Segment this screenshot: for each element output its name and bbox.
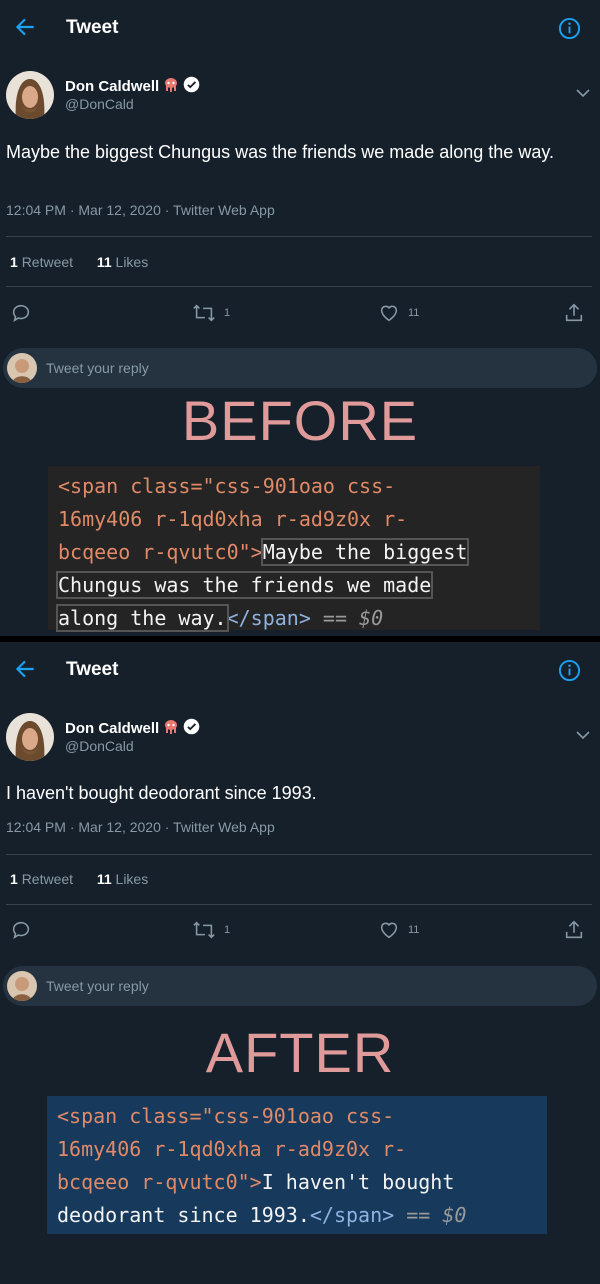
tweet-header: Tweet xyxy=(0,642,600,698)
code-line-4[interactable]: Chungus was the friends we made xyxy=(55,571,434,599)
reply-box[interactable]: Tweet your reply xyxy=(3,348,597,388)
info-icon[interactable] xyxy=(558,17,581,40)
divider xyxy=(6,236,592,237)
comment-icon xyxy=(12,304,30,323)
code-line-3-tag: bcqeeo r-qvutc0"> xyxy=(57,1170,262,1194)
code-line-2: 16my406 r-1qd0xha r-ad9z0x r- xyxy=(57,1137,407,1161)
comment-icon xyxy=(12,921,30,940)
chevron-down-icon[interactable] xyxy=(576,730,590,740)
retweet-count[interactable]: 1 xyxy=(10,254,18,270)
code-line-5-text[interactable]: along the way. xyxy=(56,604,229,632)
verified-badge-icon xyxy=(183,76,200,97)
like-icon xyxy=(380,922,398,939)
likes-count[interactable]: 11 xyxy=(97,871,112,887)
like-button[interactable]: 11 xyxy=(378,302,419,324)
code-line-3-text[interactable]: Maybe the biggest xyxy=(260,538,470,566)
tweet-actions: 1 11 xyxy=(0,919,600,943)
verified-badge-icon xyxy=(183,718,200,739)
code-line-1: <span class="css-901oao css- xyxy=(57,1104,395,1128)
code-line-4-close: </span> xyxy=(309,1203,395,1227)
code-line-1: <span class="css-901oao css- xyxy=(58,474,396,498)
user-name[interactable]: Don Caldwell xyxy=(65,718,200,739)
comment-button[interactable] xyxy=(10,302,32,324)
reply-placeholder: Tweet your reply xyxy=(46,978,149,994)
devtools-code-before: <span class="css-901oao css- 16my406 r-1… xyxy=(48,466,540,632)
tweet-stats: 1 Retweet 11 Likes xyxy=(10,254,148,270)
before-panel: Tweet Don Caldwell @DonCald Maybe the bi… xyxy=(0,0,600,636)
code-suffix: == $0 xyxy=(310,606,384,630)
back-arrow-icon[interactable] xyxy=(12,14,38,40)
likes-label[interactable]: Likes xyxy=(116,871,149,887)
alien-emoji-icon xyxy=(163,77,179,97)
user-handle[interactable]: @DonCald xyxy=(65,738,134,754)
like-button[interactable]: 11 xyxy=(378,919,419,941)
share-button[interactable] xyxy=(563,302,585,324)
divider xyxy=(6,854,592,855)
tweet-meta[interactable]: 12:04 PM · Mar 12, 2020 · Twitter Web Ap… xyxy=(6,819,275,835)
code-line-2: 16my406 r-1qd0xha r-ad9z0x r- xyxy=(58,507,408,531)
caption-before: BEFORE xyxy=(181,389,419,452)
reply-box[interactable]: Tweet your reply xyxy=(3,966,597,1006)
share-button[interactable] xyxy=(563,919,585,941)
like-icon xyxy=(380,305,398,322)
page-title: Tweet xyxy=(66,17,119,38)
retweet-label[interactable]: Retweet xyxy=(22,254,73,270)
avatar[interactable] xyxy=(6,71,54,119)
divider xyxy=(6,904,592,905)
devtools-code-after: <span class="css-901oao css- 16my406 r-1… xyxy=(47,1096,547,1234)
tweet-text: Maybe the biggest Chungus was the friend… xyxy=(6,142,554,162)
code-line-4-text[interactable]: deodorant since 1993. xyxy=(57,1203,310,1227)
tweet-header: Tweet xyxy=(0,0,600,56)
comment-button[interactable] xyxy=(10,919,32,941)
share-icon xyxy=(565,920,583,939)
code-suffix: == $0 xyxy=(394,1203,467,1227)
back-arrow-icon[interactable] xyxy=(12,656,38,682)
likes-count[interactable]: 11 xyxy=(97,254,112,270)
retweet-icon xyxy=(193,921,215,939)
avatar[interactable] xyxy=(6,713,54,761)
retweet-count[interactable]: 1 xyxy=(10,871,18,887)
tweet-actions: 1 11 xyxy=(0,302,600,326)
tweet-stats: 1 Retweet 11 Likes xyxy=(10,871,148,887)
retweet-button[interactable]: 1 xyxy=(192,919,230,941)
avatar xyxy=(7,971,37,1001)
likes-label[interactable]: Likes xyxy=(116,254,149,270)
code-line-3-text[interactable]: I haven't bought xyxy=(262,1170,455,1194)
user-handle[interactable]: @DonCald xyxy=(65,96,134,112)
user-name[interactable]: Don Caldwell xyxy=(65,76,200,97)
code-line-5-close: </span> xyxy=(226,606,311,630)
page-title: Tweet xyxy=(66,659,119,680)
retweet-button[interactable]: 1 xyxy=(192,302,230,324)
avatar xyxy=(7,353,37,383)
chevron-down-icon[interactable] xyxy=(576,88,590,98)
retweet-label[interactable]: Retweet xyxy=(22,871,73,887)
tweet-text: I haven't bought deodorant since 1993. xyxy=(6,783,317,803)
reply-placeholder: Tweet your reply xyxy=(46,360,149,376)
retweet-icon xyxy=(193,304,215,322)
info-icon[interactable] xyxy=(558,659,581,682)
tweet-meta[interactable]: 12:04 PM · Mar 12, 2020 · Twitter Web Ap… xyxy=(6,202,275,218)
caption-after: AFTER xyxy=(205,1021,395,1084)
share-icon xyxy=(565,303,583,322)
divider xyxy=(6,286,592,287)
code-line-3-tag: bcqeeo r-qvutc0"> xyxy=(58,540,263,564)
alien-emoji-icon xyxy=(163,719,179,739)
